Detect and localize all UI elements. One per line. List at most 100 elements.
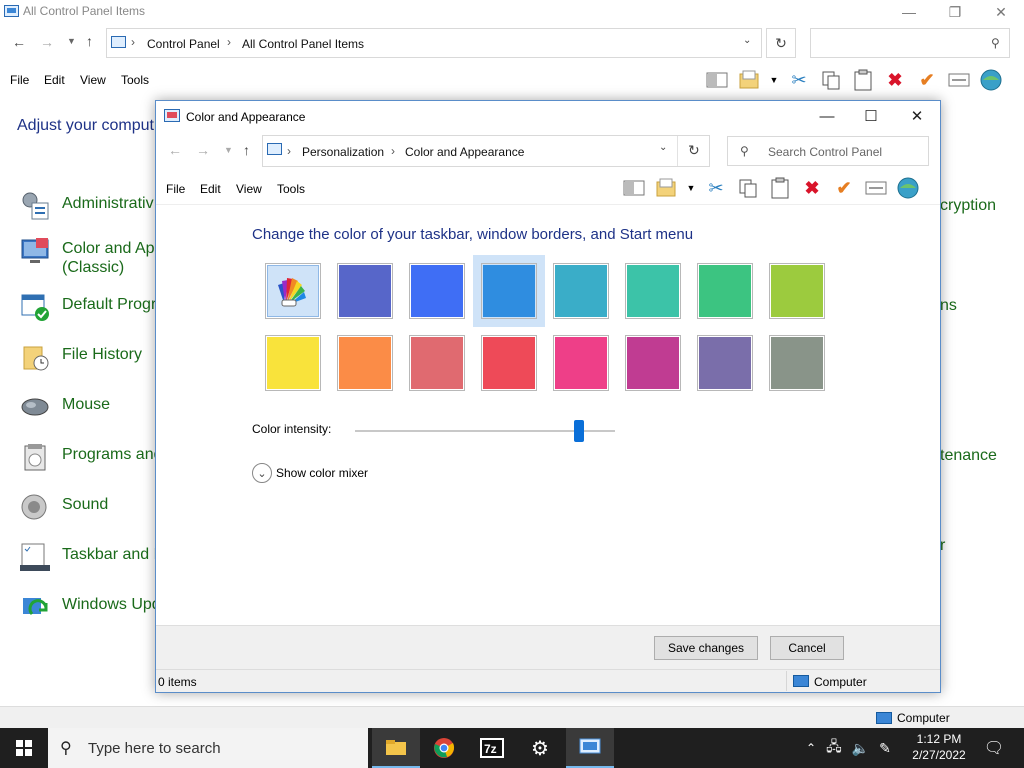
preview-pane-icon[interactable] <box>622 176 646 200</box>
copy-icon[interactable] <box>819 68 843 92</box>
internet-options-icon[interactable] <box>896 176 920 200</box>
bg-address-bar[interactable]: › Control Panel › All Control Panel Item… <box>106 28 762 58</box>
forward-arrow-icon[interactable]: → <box>40 34 54 50</box>
taskbar-control-panel[interactable] <box>566 728 614 768</box>
color-swatch-4[interactable] <box>545 255 617 327</box>
cp-item-label-line2: (Classic) <box>62 259 125 276</box>
up-arrow-icon[interactable]: ↑ <box>243 142 250 158</box>
bg-status-bar: Computer <box>0 706 1024 728</box>
up-arrow-icon[interactable]: ↑ <box>86 33 93 49</box>
bg-item-fragment[interactable]: tenance <box>940 447 997 465</box>
color-intensity-slider-thumb[interactable] <box>573 420 584 442</box>
color-swatch-1[interactable] <box>329 255 401 327</box>
dropdown-icon[interactable]: ▼ <box>686 176 696 200</box>
cancel-button[interactable]: Cancel <box>770 636 844 660</box>
programs-icon <box>24 444 46 471</box>
minimize-button[interactable]: — <box>804 101 850 131</box>
file-history-icon <box>23 346 49 371</box>
taskbar-clock[interactable]: 1:12 PM 2/27/2022 <box>906 731 972 763</box>
menu-file[interactable]: File <box>166 182 185 196</box>
notifications-button[interactable]: 🗨 <box>970 728 1018 768</box>
refresh-icon[interactable]: ↻ <box>688 142 700 159</box>
color-swatch-2[interactable] <box>401 255 473 327</box>
taskbar-7zip[interactable]: 7z <box>468 728 516 768</box>
bg-item-fragment[interactable]: cryption <box>940 197 996 215</box>
dialog-address-bar[interactable]: › Personalization › Color and Appearance… <box>262 135 710 167</box>
taskbar-search-box[interactable]: ⚲ Type here to search <box>48 728 368 768</box>
back-arrow-icon[interactable]: ← <box>168 142 182 158</box>
swatch-fill <box>627 265 679 317</box>
bg-search-input[interactable]: ⚲ <box>810 28 1010 58</box>
taskbar-file-explorer[interactable] <box>372 728 420 768</box>
breadcrumb-control-panel[interactable]: Control Panel <box>147 37 220 51</box>
bg-refresh-button[interactable]: ↻ <box>766 28 796 58</box>
recent-chevron-icon[interactable]: ▼ <box>224 145 233 155</box>
color-swatch-10[interactable] <box>401 327 473 399</box>
menu-edit[interactable]: Edit <box>200 182 221 196</box>
color-swatch-8[interactable] <box>257 327 329 399</box>
properties-icon[interactable] <box>947 68 971 92</box>
checkmark-icon[interactable]: ✔ <box>832 176 856 200</box>
dialog-title: Color and Appearance <box>186 110 306 124</box>
breadcrumb-all-items[interactable]: All Control Panel Items <box>242 37 364 51</box>
paste-icon[interactable] <box>768 176 792 200</box>
swatch-fill <box>771 265 823 317</box>
swatch-fill <box>483 337 535 389</box>
checkmark-icon[interactable]: ✔ <box>915 68 939 92</box>
bg-menu-view[interactable]: View <box>80 73 106 87</box>
recent-chevron-icon[interactable]: ▼ <box>67 36 76 46</box>
bg-minimize-button[interactable]: — <box>886 0 932 24</box>
forward-arrow-icon[interactable]: → <box>196 142 210 158</box>
color-swatch <box>337 335 393 391</box>
menu-tools[interactable]: Tools <box>277 182 305 196</box>
dropdown-icon[interactable]: ▼ <box>769 68 779 92</box>
delete-icon[interactable]: ✖ <box>800 176 824 200</box>
address-dropdown-icon[interactable]: ⌄ <box>659 142 667 153</box>
color-swatch <box>481 335 537 391</box>
taskbar-chrome[interactable] <box>420 728 468 768</box>
address-dropdown-icon[interactable]: ⌄ <box>743 35 751 46</box>
save-changes-button[interactable]: Save changes <box>654 636 758 660</box>
color-swatch-11[interactable] <box>473 327 545 399</box>
bg-menu-file[interactable]: File <box>10 73 29 87</box>
color-swatch-12[interactable] <box>545 327 617 399</box>
breadcrumb-color-appearance[interactable]: Color and Appearance <box>405 145 524 159</box>
cut-icon[interactable]: ✂ <box>787 68 811 92</box>
color-swatch-automatic[interactable] <box>257 255 329 327</box>
bg-menu-tools[interactable]: Tools <box>121 73 149 87</box>
chevron-up-icon[interactable]: ⌃ <box>806 741 816 755</box>
search-control-panel-input[interactable]: ⚲ Search Control Panel <box>727 136 929 166</box>
pen-icon[interactable]: ✎ <box>879 740 891 757</box>
delete-icon[interactable]: ✖ <box>883 68 907 92</box>
copy-icon[interactable] <box>736 176 760 200</box>
color-swatch-6[interactable] <box>689 255 761 327</box>
bg-menu-edit[interactable]: Edit <box>44 73 65 87</box>
preview-pane-icon[interactable] <box>705 68 729 92</box>
color-swatch-7[interactable] <box>761 255 833 327</box>
color-swatch-5[interactable] <box>617 255 689 327</box>
internet-options-icon[interactable] <box>979 68 1003 92</box>
breadcrumb-personalization[interactable]: Personalization <box>302 145 384 159</box>
swatch-fill <box>627 337 679 389</box>
back-arrow-icon[interactable]: ← <box>12 34 26 50</box>
properties-icon[interactable] <box>864 176 888 200</box>
color-swatch-9[interactable] <box>329 327 401 399</box>
volume-icon[interactable]: 🔈 <box>852 740 869 757</box>
start-button[interactable] <box>0 728 48 768</box>
network-icon[interactable]: 🖧 <box>826 736 842 760</box>
bg-close-button[interactable]: ✕ <box>978 0 1024 24</box>
color-swatch-15[interactable] <box>761 327 833 399</box>
color-swatch-14[interactable] <box>689 327 761 399</box>
taskbar-settings[interactable]: ⚙ <box>516 728 564 768</box>
bg-maximize-button[interactable]: ❐ <box>932 0 978 24</box>
menu-view[interactable]: View <box>236 182 262 196</box>
cut-icon[interactable]: ✂ <box>704 176 728 200</box>
maximize-button[interactable]: ☐ <box>848 101 894 131</box>
folder-options-icon[interactable] <box>737 68 761 92</box>
folder-options-icon[interactable] <box>654 176 678 200</box>
color-swatch-13[interactable] <box>617 327 689 399</box>
close-button[interactable]: ✕ <box>894 101 940 131</box>
paste-icon[interactable] <box>851 68 875 92</box>
color-swatch-3-selected[interactable] <box>473 255 545 327</box>
bg-item-fragment[interactable]: ns <box>940 297 957 315</box>
